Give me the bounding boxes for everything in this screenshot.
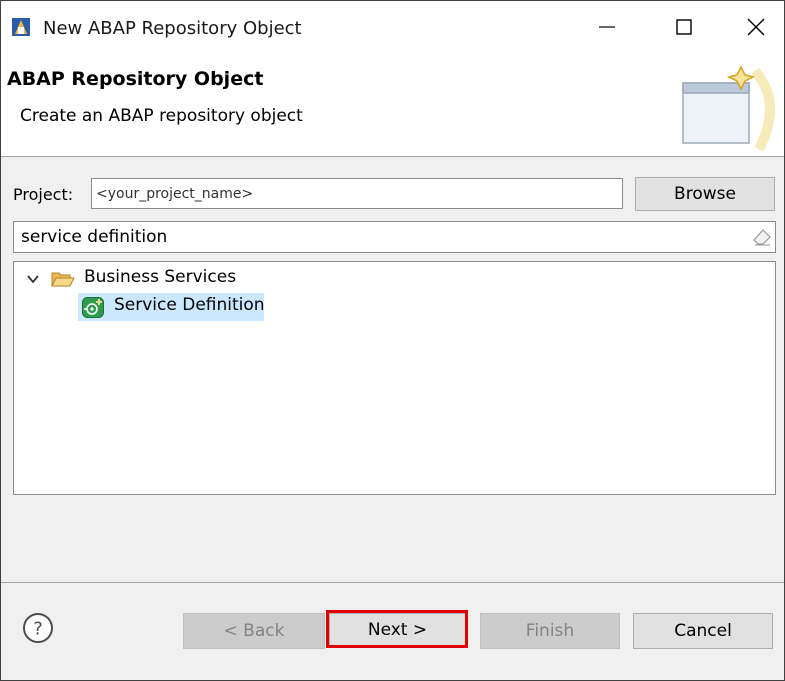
project-input[interactable] <box>91 178 623 209</box>
wizard-window-graphic-icon <box>682 65 775 152</box>
eclipse-app-icon <box>12 18 30 36</box>
service-definition-icon <box>82 297 104 318</box>
folder-open-icon <box>51 272 75 287</box>
filter-field <box>13 221 776 253</box>
maximize-icon[interactable] <box>661 11 705 43</box>
back-button[interactable]: < Back <box>183 613 325 649</box>
cancel-button[interactable]: Cancel <box>633 613 773 649</box>
wizard-subtitle: Create an ABAP repository object <box>20 106 303 126</box>
project-label: Project: <box>13 185 74 204</box>
object-type-tree: Business Services Service Definition <box>13 261 776 495</box>
wizard-title: ABAP Repository Object <box>7 68 264 90</box>
button-bar-divider <box>1 582 784 583</box>
wizard-banner: ABAP Repository Object Create an ABAP re… <box>1 53 784 157</box>
minimize-icon[interactable] <box>585 11 629 43</box>
filter-input[interactable] <box>14 222 758 252</box>
clear-filter-icon[interactable] <box>752 228 772 246</box>
dialog-window: New ABAP Repository Object ABAP Reposito… <box>0 0 785 681</box>
chevron-down-icon[interactable] <box>26 273 40 285</box>
tree-node-service-definition[interactable]: Service Definition <box>78 293 265 321</box>
svg-text:?: ? <box>33 619 43 640</box>
finish-button[interactable]: Finish <box>480 613 620 649</box>
close-icon[interactable] <box>733 11 777 43</box>
help-icon[interactable]: ? <box>22 612 54 644</box>
title-bar[interactable]: New ABAP Repository Object <box>1 1 784 53</box>
tree-node-label: Business Services <box>84 267 237 287</box>
browse-button[interactable]: Browse <box>635 177 775 211</box>
next-button[interactable]: Next > <box>329 613 466 647</box>
tree-node-label: Service Definition <box>114 295 265 315</box>
window-title: New ABAP Repository Object <box>43 18 302 39</box>
